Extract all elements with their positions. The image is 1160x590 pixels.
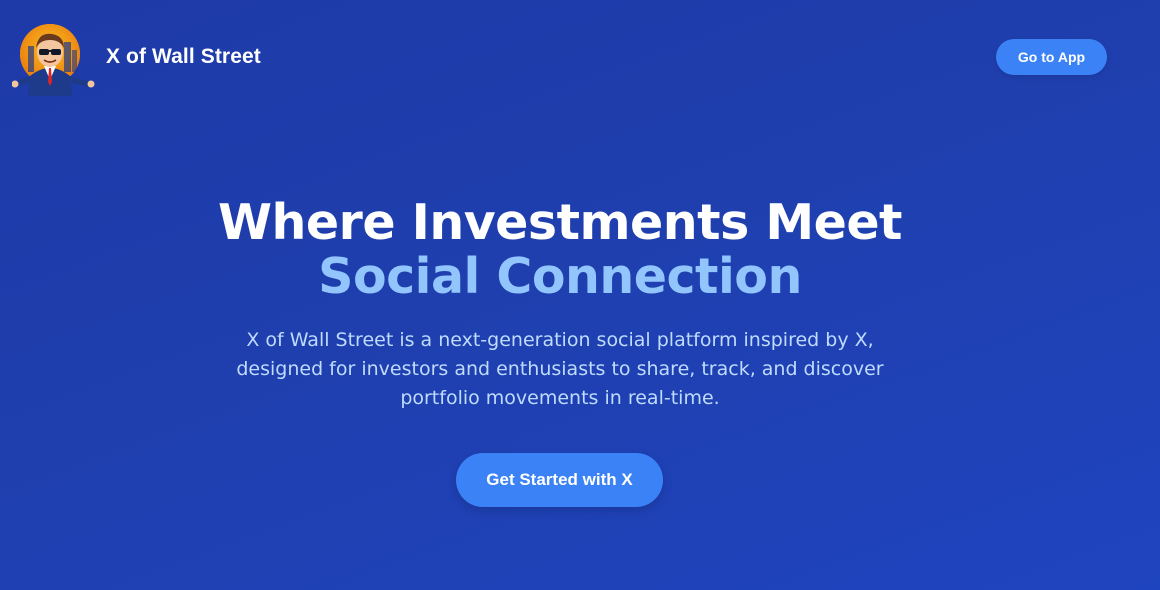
wall-street-mascot-icon (12, 24, 95, 96)
brand[interactable]: X of Wall Street (12, 16, 261, 98)
headline-line-1: Where Investments Meet (218, 194, 902, 251)
headline-line-2: Social Connection (318, 248, 802, 305)
site-header: X of Wall Street Go to App (0, 0, 1160, 110)
hero-section: Where Investments Meet Social Connection… (0, 196, 1120, 413)
hero-headline: Where Investments Meet Social Connection (0, 196, 1120, 304)
hero-description: X of Wall Street is a next-generation so… (236, 329, 884, 409)
brand-name: X of Wall Street (106, 45, 261, 68)
get-started-button[interactable]: Get Started with X (456, 453, 663, 507)
go-to-app-button[interactable]: Go to App (996, 39, 1107, 75)
